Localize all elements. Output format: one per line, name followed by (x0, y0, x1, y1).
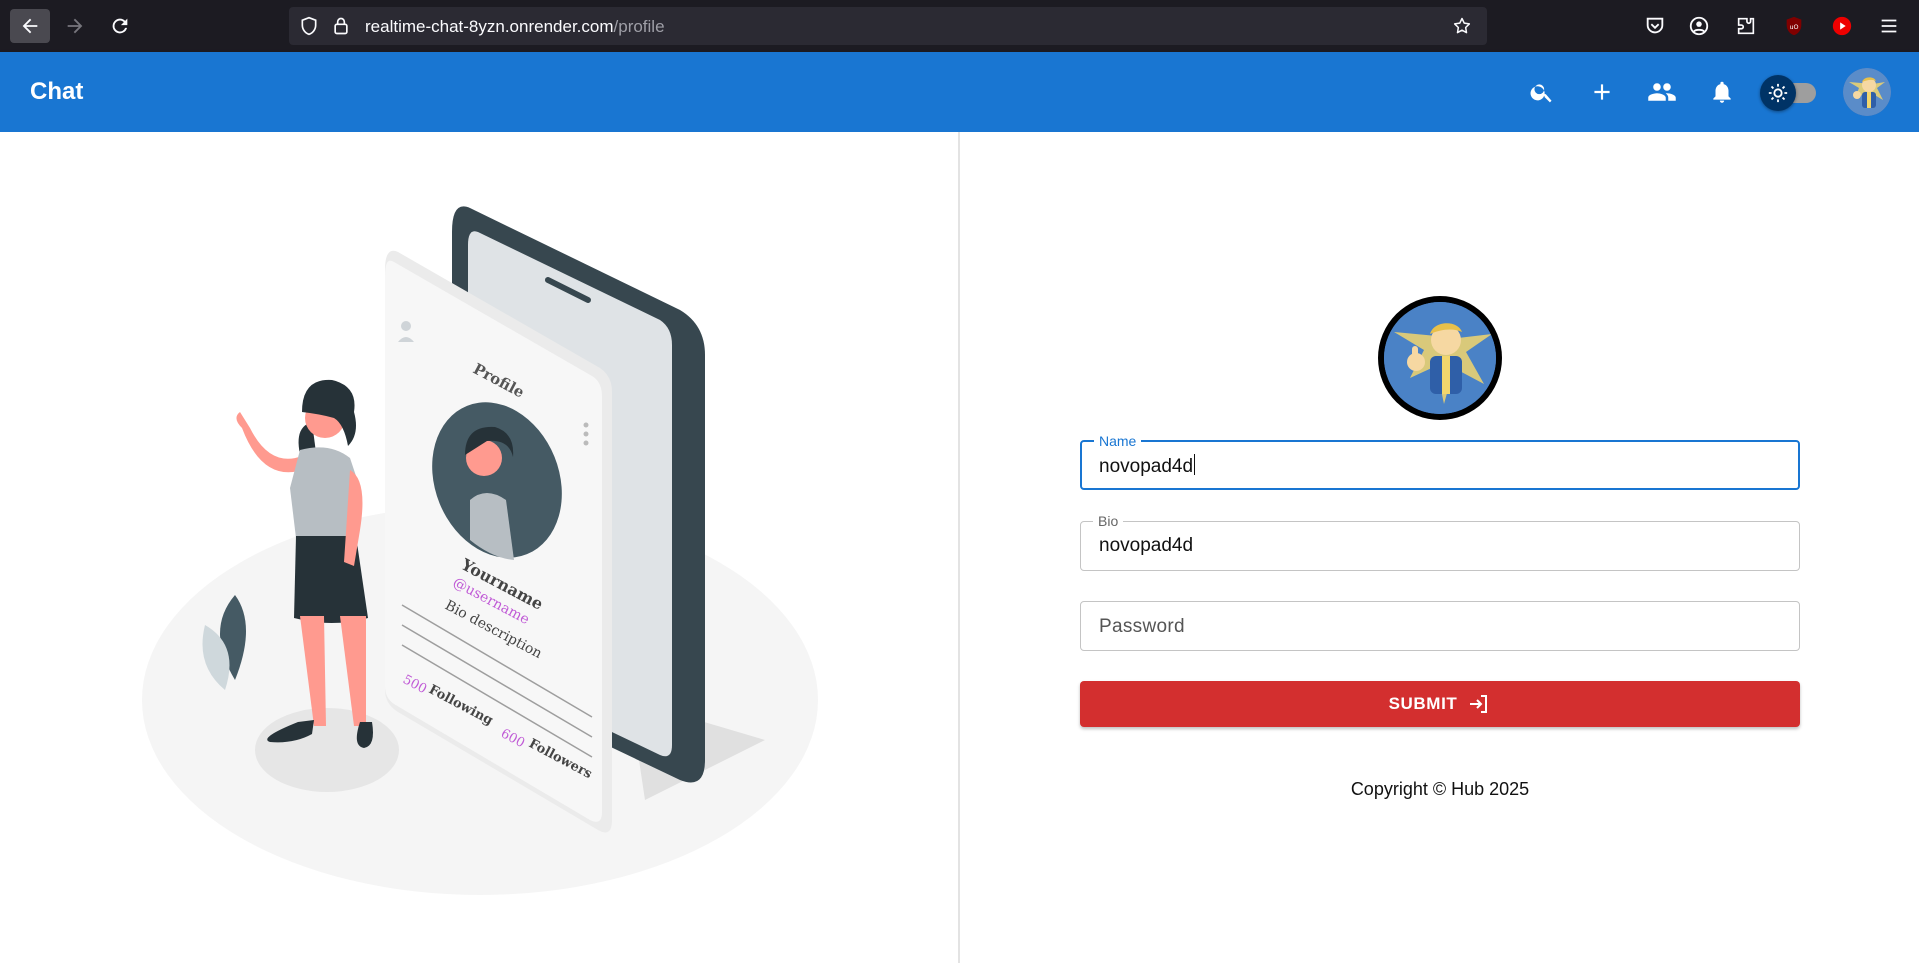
profile-avatar[interactable] (1378, 296, 1502, 420)
notifications-button[interactable] (1704, 74, 1740, 110)
vault-boy-avatar-icon (1843, 68, 1891, 116)
url-host: realtime-chat-8yzn.onrender.com (365, 17, 614, 36)
name-field[interactable]: Name novopad4d (1080, 433, 1800, 490)
url-path: /profile (613, 17, 665, 36)
bell-icon (1713, 81, 1731, 103)
reload-icon (112, 18, 128, 34)
browser-toolbar: realtime-chat-8yzn.onrender.com/profile … (0, 0, 1919, 52)
name-input[interactable]: novopad4d (1099, 454, 1196, 478)
ublock-icon[interactable]: uO (1782, 14, 1806, 38)
back-button[interactable] (10, 9, 50, 43)
arrow-left-icon (22, 18, 38, 34)
star-icon[interactable] (1452, 16, 1472, 36)
password-input[interactable]: Password (1099, 616, 1185, 638)
bio-label: Bio (1093, 513, 1124, 529)
submit-label: SUBMIT (1388, 694, 1458, 713)
name-value: novopad4d (1099, 456, 1194, 477)
add-icon (1594, 84, 1610, 100)
svg-text:uO: uO (1789, 23, 1798, 31)
search-icon (1530, 84, 1552, 103)
user-icon (401, 321, 411, 331)
sun-icon (1768, 83, 1788, 103)
shield-icon[interactable] (299, 16, 319, 36)
toggle-thumb[interactable] (1760, 75, 1796, 111)
arrow-right-icon (67, 18, 83, 34)
extensions-icon[interactable] (1734, 14, 1758, 38)
text-caret (1194, 454, 1196, 475)
account-icon[interactable] (1687, 14, 1711, 38)
forward-button[interactable] (55, 9, 95, 43)
bio-field[interactable]: Bio novopad4d (1080, 513, 1800, 571)
person-shadow (255, 708, 399, 792)
app-title[interactable]: Chat (30, 78, 83, 106)
avatar[interactable] (1843, 68, 1891, 116)
lock-icon[interactable] (331, 16, 351, 36)
menu-icon[interactable] (1877, 14, 1901, 38)
login-icon (1467, 692, 1491, 716)
name-label: Name (1094, 433, 1142, 449)
bio-input[interactable]: novopad4d (1099, 535, 1193, 557)
profile-illustration: Profile Yourname @username Bio descripti… (142, 206, 818, 895)
address-bar[interactable]: realtime-chat-8yzn.onrender.com/profile (289, 7, 1487, 45)
submit-button[interactable]: SUBMIT (1080, 681, 1800, 727)
search-button[interactable] (1524, 74, 1560, 110)
copyright-text: Copyright © Hub 2025 (1350, 779, 1530, 799)
profile-avatar-image (1384, 302, 1496, 414)
vault-boy-avatar-icon (1384, 302, 1496, 414)
group-icon (1648, 83, 1676, 101)
url-text: realtime-chat-8yzn.onrender.com/profile (365, 17, 665, 37)
password-field[interactable]: Password (1080, 601, 1800, 651)
add-chat-button[interactable] (1584, 74, 1620, 110)
groups-button[interactable] (1644, 74, 1680, 110)
pocket-icon[interactable] (1643, 14, 1667, 38)
illustration-panel: Profile Yourname @username Bio descripti… (0, 132, 958, 963)
app-bar: Chat (0, 52, 1919, 132)
theme-toggle[interactable] (1760, 75, 1822, 111)
reload-button[interactable] (100, 9, 140, 43)
youtube-extension-icon[interactable] (1830, 14, 1854, 38)
